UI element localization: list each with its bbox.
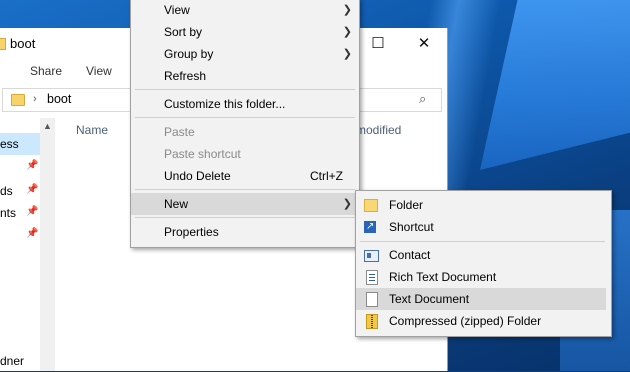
menu-item-shortcut: Ctrl+Z — [310, 169, 343, 183]
nav-item-label: dner — [0, 354, 25, 368]
zip-folder-icon — [366, 314, 378, 329]
submenu-item-rich-text-document[interactable]: Rich Text Document — [356, 266, 611, 288]
menu-item-label: Paste shortcut — [164, 147, 241, 161]
menu-item-label: New — [164, 197, 189, 211]
window-title: boot — [10, 36, 36, 51]
menu-item-new[interactable]: New ❯ — [131, 193, 359, 215]
navigation-pane: ess 📌 ds 📌 nts 📌 📌 dner ▲ — [0, 118, 56, 371]
context-menu: View ❯ Sort by ❯ Group by ❯ Refresh Cust… — [130, 0, 360, 248]
text-document-icon — [366, 292, 378, 307]
menu-item-label: Sort by — [164, 25, 203, 39]
tab-share[interactable]: Share — [30, 64, 62, 78]
breadcrumb-arrow-icon[interactable]: › — [33, 93, 37, 105]
submenu-item-label: Rich Text Document — [389, 270, 497, 284]
nav-item[interactable]: ess — [0, 133, 40, 155]
menu-item-label: Customize this folder... — [164, 97, 286, 111]
nav-item-label: ds — [0, 184, 13, 198]
menu-item-paste-shortcut[interactable]: Paste shortcut — [131, 143, 359, 165]
menu-item-group-by[interactable]: Group by ❯ — [131, 43, 359, 65]
maximize-button[interactable]: ☐ — [355, 28, 401, 60]
menu-item-refresh[interactable]: Refresh — [131, 65, 359, 87]
chevron-right-icon: ❯ — [342, 48, 352, 60]
menu-separator — [135, 117, 355, 118]
chevron-right-icon: ❯ — [342, 4, 352, 16]
menu-item-sort-by[interactable]: Sort by ❯ — [131, 21, 359, 43]
menu-item-label: Properties — [164, 225, 219, 239]
new-submenu: Folder Shortcut Contact Rich Text Docume… — [355, 190, 612, 337]
menu-separator — [360, 241, 605, 242]
menu-item-label: Undo Delete — [164, 169, 231, 183]
menu-item-label: Paste — [164, 125, 195, 139]
folder-icon — [11, 94, 25, 106]
submenu-item-shortcut[interactable]: Shortcut — [356, 216, 611, 238]
chevron-right-icon: ❯ — [342, 26, 352, 38]
folder-icon — [0, 38, 6, 50]
submenu-item-contact[interactable]: Contact — [356, 244, 611, 266]
nav-item-label: ess — [0, 137, 19, 151]
submenu-item-compressed-folder[interactable]: Compressed (zipped) Folder — [356, 310, 611, 332]
tab-view[interactable]: View — [86, 64, 112, 78]
pin-icon: 📌 — [26, 206, 39, 217]
pin-icon: 📌 — [26, 184, 39, 195]
menu-separator — [135, 89, 355, 90]
menu-item-label: Group by — [164, 47, 214, 61]
nav-item-label: nts — [0, 206, 17, 220]
column-header-modified[interactable]: modified — [356, 123, 401, 137]
column-header-name[interactable]: Name — [76, 123, 108, 137]
submenu-item-label: Text Document — [389, 292, 470, 306]
shortcut-icon — [364, 216, 376, 238]
nav-scrollbar[interactable]: ▲ — [40, 118, 55, 371]
menu-item-view[interactable]: View ❯ — [131, 0, 359, 21]
pin-icon: 📌 — [26, 160, 39, 171]
submenu-item-text-document[interactable]: Text Document — [356, 288, 606, 310]
desktop-light-pane — [480, 0, 630, 170]
chevron-right-icon: ❯ — [342, 198, 352, 210]
breadcrumb[interactable]: boot — [47, 92, 71, 106]
close-button[interactable]: ✕ — [401, 28, 447, 60]
menu-item-customize-folder[interactable]: Customize this folder... — [131, 93, 359, 115]
contact-icon — [364, 250, 379, 262]
menu-item-paste[interactable]: Paste — [131, 121, 359, 143]
menu-item-undo-delete[interactable]: Undo Delete Ctrl+Z — [131, 165, 359, 187]
nav-item[interactable]: dner — [0, 350, 40, 372]
submenu-item-folder[interactable]: Folder — [356, 194, 611, 216]
submenu-item-label: Contact — [389, 248, 431, 262]
submenu-item-label: Folder — [389, 198, 424, 212]
rich-text-document-icon — [366, 270, 378, 285]
menu-item-label: View — [164, 3, 190, 17]
search-icon[interactable]: ⌕ — [419, 91, 426, 107]
menu-item-properties[interactable]: Properties — [131, 221, 359, 243]
submenu-item-label: Shortcut — [389, 220, 434, 234]
submenu-item-label: Compressed (zipped) Folder — [389, 314, 542, 328]
pin-icon: 📌 — [26, 228, 39, 239]
menu-separator — [135, 189, 355, 190]
menu-separator — [135, 217, 355, 218]
menu-item-label: Refresh — [164, 69, 207, 83]
scroll-up-icon[interactable]: ▲ — [40, 118, 55, 134]
folder-icon — [364, 199, 378, 212]
